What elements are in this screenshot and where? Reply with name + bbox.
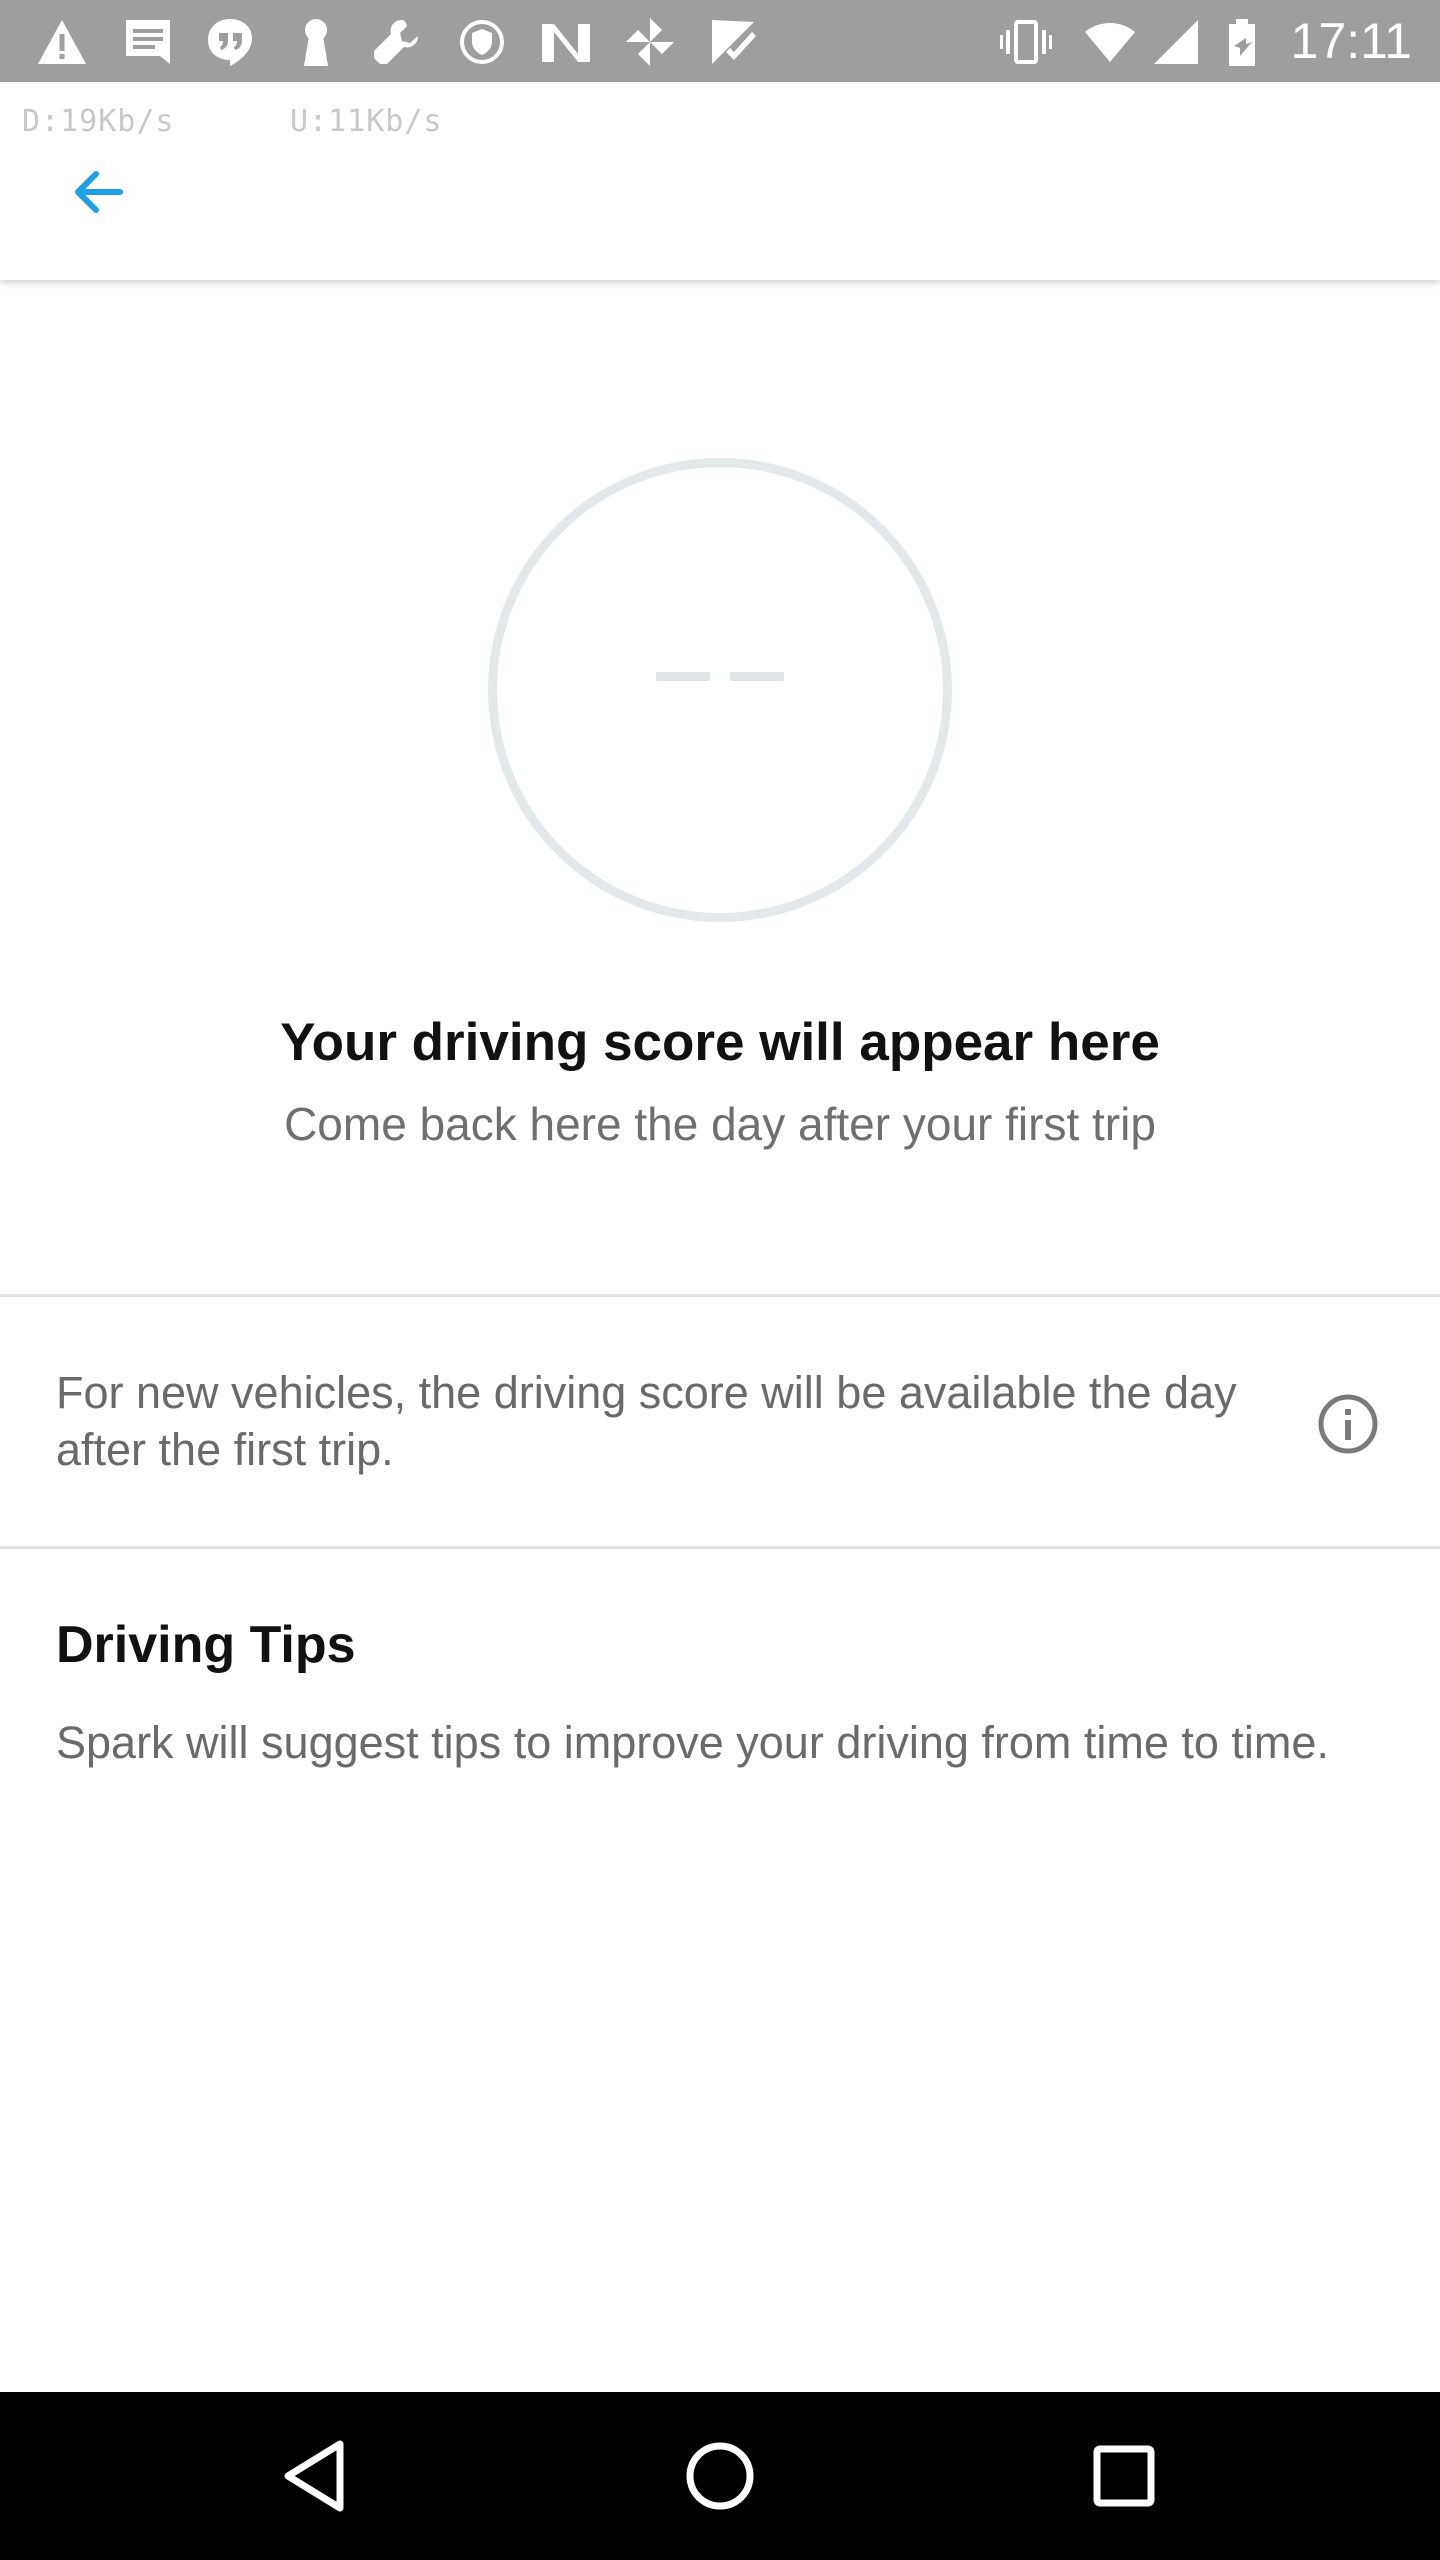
info-button[interactable] <box>1316 1392 1380 1456</box>
nav-back-button[interactable] <box>266 2426 366 2526</box>
n-app-icon <box>540 16 592 68</box>
score-dash <box>730 672 784 681</box>
divider <box>0 1546 1440 1549</box>
pinwheel-icon <box>624 16 676 68</box>
nav-recents-button[interactable] <box>1074 2426 1174 2526</box>
wrench-icon <box>370 16 422 68</box>
wifi-icon <box>1084 16 1136 68</box>
app-bar: D:19Kb/s U:11Kb/s <box>0 82 1440 280</box>
info-text: For new vehicles, the driving score will… <box>56 1367 1237 1475</box>
info-icon <box>1318 1394 1378 1454</box>
back-triangle-icon <box>284 2440 344 2512</box>
vpn-shield-icon <box>456 16 508 68</box>
arrow-left-icon <box>75 171 123 213</box>
keyhole-icon <box>290 16 342 68</box>
score-subline: Come back here the day after your first … <box>284 1098 1156 1150</box>
score-headline: Your driving score will appear here <box>280 1013 1160 1072</box>
tips-body: Spark will suggest tips to improve your … <box>56 1717 1329 1768</box>
divider <box>0 1294 1440 1297</box>
download-speed: D:19Kb/s <box>22 104 175 139</box>
battery-charging-icon <box>1216 16 1268 68</box>
nav-bar <box>0 2392 1440 2560</box>
nav-home-button[interactable] <box>670 2426 770 2526</box>
checkmark-flag-icon <box>708 16 760 68</box>
signal-icon <box>1150 16 1202 68</box>
back-button[interactable] <box>50 144 146 240</box>
status-time: 17:11 <box>1290 13 1412 69</box>
status-bar: 17:11 <box>0 0 1440 82</box>
score-placeholder <box>497 672 943 681</box>
score-dash <box>656 672 710 681</box>
warning-icon <box>36 16 88 68</box>
upload-speed: U:11Kb/s <box>290 104 443 139</box>
hangouts-icon <box>204 16 256 68</box>
recents-square-icon <box>1093 2445 1155 2507</box>
message-icon <box>122 16 174 68</box>
tips-title: Driving Tips <box>56 1616 356 1674</box>
home-circle-icon <box>686 2442 754 2510</box>
score-ring <box>488 458 952 922</box>
vibrate-icon <box>1000 16 1052 68</box>
